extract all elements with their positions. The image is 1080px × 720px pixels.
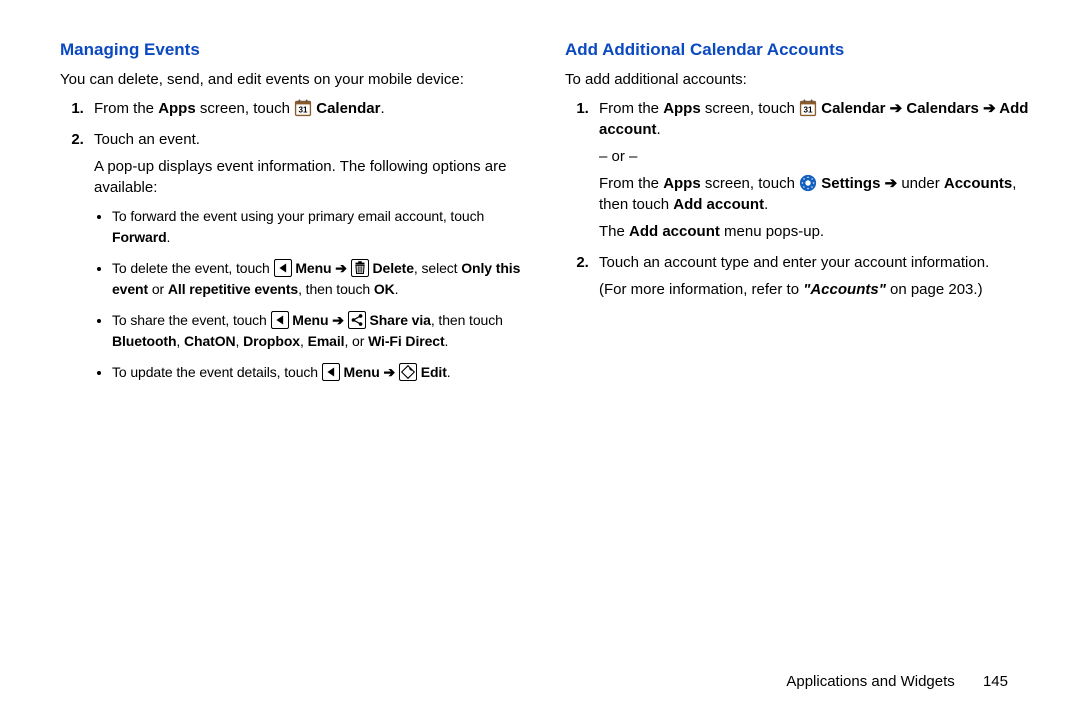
menu-back-icon — [274, 259, 292, 277]
share-icon — [348, 311, 366, 329]
left-steps: From the Apps screen, touch Calendar. To… — [60, 98, 525, 383]
left-step-1: From the Apps screen, touch Calendar. — [88, 98, 525, 119]
right-column: Add Additional Calendar Accounts To add … — [565, 40, 1030, 690]
calendar-icon — [294, 99, 312, 117]
menu-back-icon — [322, 363, 340, 381]
delete-icon — [351, 259, 369, 277]
left-step-2: Touch an event. A pop-up displays event … — [88, 129, 525, 383]
left-intro: You can delete, send, and edit events on… — [60, 70, 525, 90]
footer-chapter: Applications and Widgets — [786, 673, 954, 690]
option-edit: To update the event details, touch Menu … — [112, 362, 525, 383]
left-column: Managing Events You can delete, send, an… — [60, 40, 525, 690]
option-forward: To forward the event using your primary … — [112, 206, 525, 248]
footer-page-number: 145 — [983, 673, 1008, 690]
option-delete: To delete the event, touch Menu ➔ Delete… — [112, 258, 525, 300]
right-steps: From the Apps screen, touch Calendar ➔ C… — [565, 98, 1030, 300]
right-step-2: Touch an account type and enter your acc… — [593, 252, 1030, 300]
settings-icon — [799, 174, 817, 192]
page-footer: Applications and Widgets 145 — [786, 673, 1008, 690]
menu-back-icon — [271, 311, 289, 329]
left-options-list: To forward the event using your primary … — [94, 206, 525, 383]
right-step-1: From the Apps screen, touch Calendar ➔ C… — [593, 98, 1030, 242]
heading-add-accounts: Add Additional Calendar Accounts — [565, 40, 1030, 60]
right-intro: To add additional accounts: — [565, 70, 1030, 90]
edit-icon — [399, 363, 417, 381]
calendar-icon — [799, 99, 817, 117]
heading-managing-events: Managing Events — [60, 40, 525, 60]
option-share: To share the event, touch Menu ➔ Share v… — [112, 310, 525, 352]
